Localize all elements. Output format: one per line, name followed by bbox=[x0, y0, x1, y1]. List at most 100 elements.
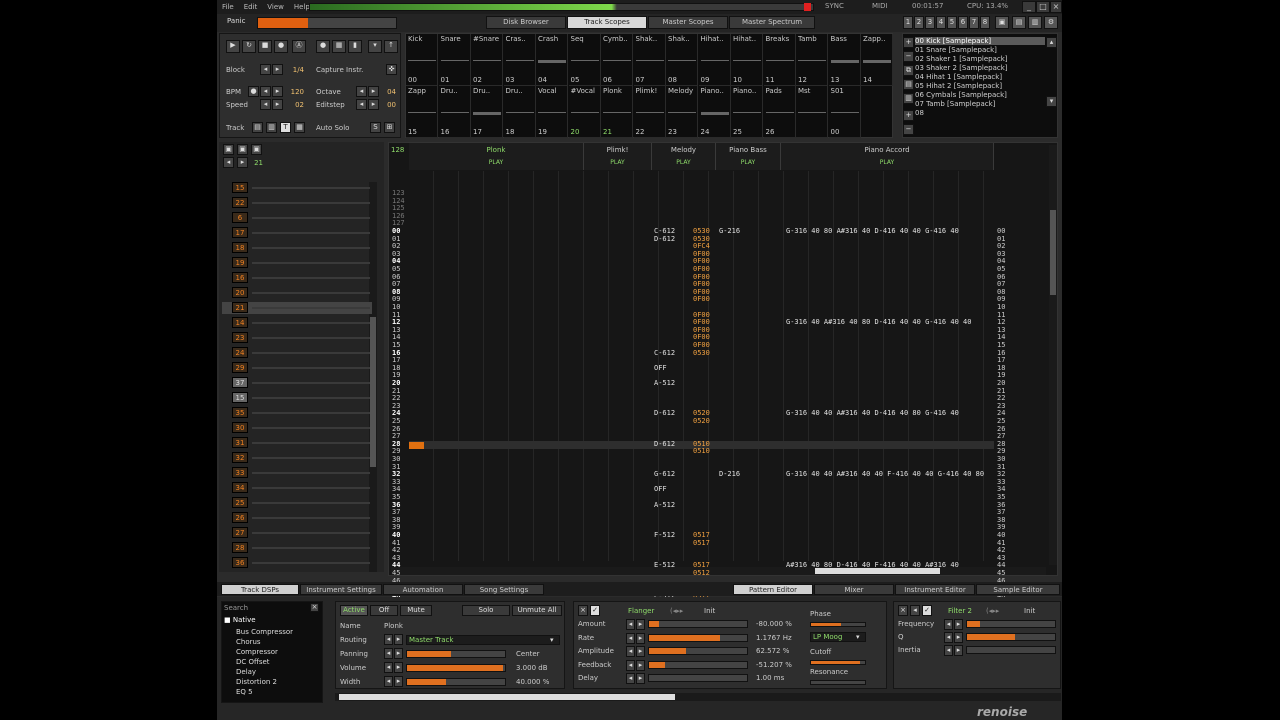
tab-disk-browser[interactable]: Disk Browser bbox=[486, 16, 566, 29]
scroll-icon[interactable]: ▾ bbox=[368, 40, 382, 53]
sequence-row[interactable]: 33 bbox=[222, 467, 372, 479]
scope-cell[interactable]: Cymb.. 06 bbox=[601, 34, 633, 86]
pattern-number[interactable]: 30 bbox=[232, 422, 248, 433]
pattern-number[interactable]: 19 bbox=[232, 257, 248, 268]
seq-next-icon[interactable]: ▸ bbox=[237, 157, 248, 168]
instrument-item[interactable]: 04 Hihat 1 [Samplepack] bbox=[915, 73, 1002, 81]
pattern-number[interactable]: 31 bbox=[232, 437, 248, 448]
layout-button-2[interactable]: 2 bbox=[914, 16, 924, 29]
sequence-row[interactable]: 17 bbox=[222, 227, 372, 239]
scope-cell[interactable]: Dru.. 16 bbox=[438, 86, 471, 138]
sequence-row[interactable]: 18 bbox=[222, 242, 372, 254]
param-next-icon[interactable]: ▸ bbox=[636, 646, 645, 657]
arrow-up-icon[interactable]: ↑ bbox=[384, 40, 398, 53]
note-event[interactable]: G-316 40 40 A#316 40 D-416 40 80 G-416 4… bbox=[786, 409, 959, 417]
tab-track-dsps[interactable]: Track DSPs bbox=[221, 584, 299, 595]
instrument-item[interactable]: 05 Hihat 2 [Samplepack] bbox=[915, 82, 1002, 90]
note-event[interactable]: C-612 bbox=[654, 349, 675, 357]
speed-down-icon[interactable]: ◂ bbox=[260, 99, 271, 110]
off-button[interactable]: Off bbox=[370, 605, 398, 616]
routing-prev-icon[interactable]: ◂ bbox=[384, 634, 393, 645]
routing-select[interactable]: Master Track bbox=[406, 635, 560, 645]
note-event[interactable]: G-216 bbox=[719, 227, 740, 235]
flanger-param-slider[interactable] bbox=[648, 647, 748, 655]
minimize-button[interactable]: _ bbox=[1022, 1, 1036, 13]
layout-button-3[interactable]: 3 bbox=[925, 16, 935, 29]
flanger-preset-arrows[interactable]: (◂▸▸ bbox=[670, 607, 683, 615]
note-event[interactable]: G-612 bbox=[654, 470, 675, 478]
volume-next-icon[interactable]: ▸ bbox=[394, 662, 403, 673]
instrument-item[interactable]: 02 Shaker 1 [Samplepack] bbox=[915, 55, 1008, 63]
active-button[interactable]: Active bbox=[340, 605, 368, 616]
track-header[interactable]: Piano Accord PLAY bbox=[781, 143, 994, 170]
sequence-row[interactable]: 24 bbox=[222, 347, 372, 359]
pattern-number[interactable]: 25 bbox=[232, 497, 248, 508]
tab-automation[interactable]: Automation bbox=[383, 584, 463, 595]
param-prev-icon[interactable]: ◂ bbox=[944, 645, 953, 656]
flanger-param-slider[interactable] bbox=[648, 674, 748, 682]
track-header[interactable]: Plimk! PLAY bbox=[584, 143, 652, 170]
scope-cell[interactable]: Zapp 15 bbox=[406, 86, 438, 138]
scope-cell[interactable]: Hihat.. 09 bbox=[698, 34, 731, 86]
sequence-row[interactable]: 6 bbox=[222, 212, 372, 224]
track-header[interactable]: Melody PLAY bbox=[652, 143, 716, 170]
param-next-icon[interactable]: ▸ bbox=[636, 659, 645, 671]
note-event[interactable]: D-612 bbox=[654, 440, 675, 448]
instrument-item[interactable]: 03 Shaker 2 [Samplepack] bbox=[915, 64, 1008, 72]
scope-cell[interactable]: Bass 13 bbox=[828, 34, 861, 86]
panning-slider[interactable] bbox=[406, 650, 506, 658]
note-event[interactable]: 0517 bbox=[693, 539, 710, 547]
routing-next-icon[interactable]: ▸ bbox=[394, 634, 403, 645]
param-prev-icon[interactable]: ◂ bbox=[626, 673, 635, 684]
tab-instrument-editor[interactable]: Instrument Editor bbox=[895, 584, 975, 595]
tab-instrument-settings[interactable]: Instrument Settings bbox=[300, 584, 382, 595]
layout-button-4[interactable]: 4 bbox=[936, 16, 946, 29]
layout-upper-icon[interactable]: ▤ bbox=[1012, 16, 1026, 29]
note-event[interactable]: OFF bbox=[654, 485, 667, 493]
add-instrument-icon[interactable]: + bbox=[903, 37, 914, 48]
filter-type-dropdown-icon[interactable]: ▾ bbox=[856, 633, 860, 641]
tab-master-spectrum[interactable]: Master Spectrum bbox=[729, 16, 815, 29]
scroll-down-icon[interactable]: ▾ bbox=[1046, 96, 1057, 107]
sequence-row[interactable]: 26 bbox=[222, 512, 372, 524]
scope-cell[interactable]: Piano.. 25 bbox=[731, 86, 763, 138]
instrument-item[interactable]: 06 Cymbals [Samplepack] bbox=[915, 91, 1007, 99]
instrument-item[interactable]: 07 Tamb [Samplepack] bbox=[915, 100, 995, 108]
layout-button-7[interactable]: 7 bbox=[969, 16, 979, 29]
clear-search-icon[interactable]: × bbox=[310, 603, 319, 612]
sequence-row[interactable]: 19 bbox=[222, 257, 372, 269]
filter2-preset-arrows[interactable]: (◂▸▸ bbox=[986, 607, 999, 615]
filter2-prev-icon[interactable]: ◂ bbox=[910, 605, 920, 616]
pattern-number[interactable]: 18 bbox=[232, 242, 248, 253]
disk-icon[interactable]: ▣ bbox=[995, 16, 1009, 29]
scope-cell[interactable]: Plimk! 22 bbox=[633, 86, 666, 138]
note-event[interactable]: 0512 bbox=[693, 569, 710, 577]
note-event[interactable]: D-612 bbox=[654, 235, 675, 243]
param-next-icon[interactable]: ▸ bbox=[636, 619, 645, 630]
note-event[interactable]: OFF bbox=[654, 364, 667, 372]
note-event[interactable]: 0510 bbox=[693, 447, 710, 455]
sequence-row[interactable]: 32 bbox=[222, 452, 372, 464]
scope-cell[interactable]: Snare 01 bbox=[438, 34, 471, 86]
cutoff-slider[interactable] bbox=[810, 660, 866, 665]
block-prev-icon[interactable]: ◂ bbox=[260, 64, 271, 75]
sequence-row[interactable]: 34 bbox=[222, 482, 372, 494]
seq-prev-icon[interactable]: ◂ bbox=[223, 157, 234, 168]
routing-dropdown-icon[interactable]: ▾ bbox=[550, 636, 554, 644]
filter2-param-slider[interactable] bbox=[966, 620, 1056, 628]
bpm-down-icon[interactable]: ◂ bbox=[260, 86, 271, 97]
filter2-enable-icon[interactable]: ✓ bbox=[922, 605, 932, 616]
dsp-item[interactable]: Distortion 2 bbox=[236, 678, 277, 686]
sequence-row[interactable]: 22 bbox=[222, 197, 372, 209]
note-event[interactable]: G-316 40 80 A#316 40 D-416 40 40 G-416 4… bbox=[786, 227, 959, 235]
dsp-item[interactable]: DC Offset bbox=[236, 658, 270, 666]
remove-phrase-icon[interactable]: − bbox=[903, 124, 914, 135]
sequence-row[interactable]: 28 bbox=[222, 542, 372, 554]
add-phrase-icon[interactable]: + bbox=[903, 110, 914, 121]
seq-delete-icon[interactable]: ▣ bbox=[251, 144, 262, 155]
note-event[interactable]: F-512 bbox=[654, 531, 675, 539]
close-button[interactable]: × bbox=[1050, 1, 1062, 13]
layout-button-1[interactable]: 1 bbox=[903, 16, 913, 29]
instrument-item[interactable]: 08 bbox=[915, 109, 924, 117]
scope-cell[interactable]: Hihat.. 10 bbox=[731, 34, 763, 86]
